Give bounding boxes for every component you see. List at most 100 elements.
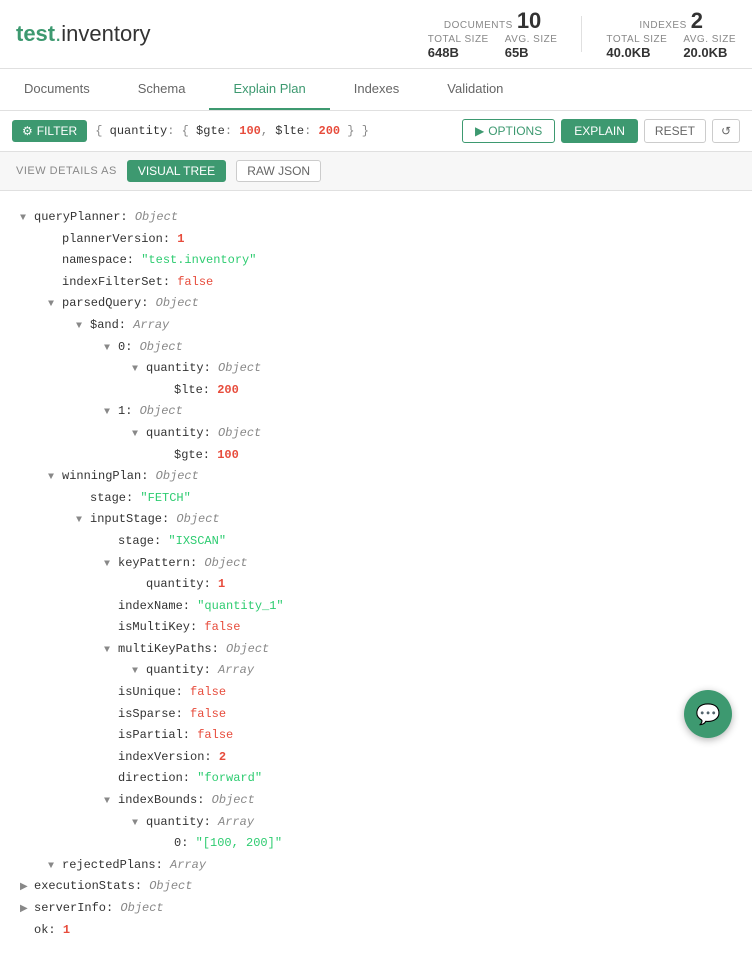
toggle-and-0[interactable] xyxy=(104,340,118,358)
tree-row-stage-ixscan: stage: "IXSCAN" xyxy=(20,531,732,553)
tree-row-lte-200: $lte: 200 xyxy=(20,380,732,402)
toggle-quantity-gte[interactable] xyxy=(132,426,146,444)
indexes-label: INDEXES xyxy=(639,20,686,31)
options-label: OPTIONS xyxy=(488,124,542,138)
tree-row-isunique: isUnique: false xyxy=(20,682,732,704)
tree-row-issparse: isSparse: false xyxy=(20,704,732,726)
tree-row-and: $and: Array xyxy=(20,315,732,337)
toggle-queryplanner[interactable] xyxy=(20,210,34,228)
view-toggle: VIEW DETAILS AS VISUAL TREE RAW JSON xyxy=(0,152,752,191)
documents-stat: DOCUMENTS 10 TOTAL SIZE 648B AVG. SIZE 6… xyxy=(428,8,558,60)
tab-explain-plan[interactable]: Explain Plan xyxy=(209,69,329,110)
reset-label: RESET xyxy=(655,124,695,138)
app-header: test.inventory DOCUMENTS 10 TOTAL SIZE 6… xyxy=(0,0,752,69)
tree-row-and-0: 0: Object xyxy=(20,337,732,359)
chevron-right-icon: ▶ xyxy=(475,124,484,138)
tree-row-keypattern: keyPattern: Object xyxy=(20,553,732,575)
toggle-multikeypaths[interactable] xyxy=(104,642,118,660)
indexes-avg-size-label: AVG. SIZE xyxy=(683,34,736,45)
toggle-winningplan[interactable] xyxy=(48,469,62,487)
tree-row-direction: direction: "forward" xyxy=(20,768,732,790)
filter-button[interactable]: ⚙ FILTER xyxy=(12,120,87,142)
tree-row-rejectedplans: rejectedPlans: Array xyxy=(20,855,732,877)
tree-row-indexfilterset: indexFilterSet: false xyxy=(20,272,732,294)
indexes-stat: INDEXES 2 TOTAL SIZE 40.0KB AVG. SIZE 20… xyxy=(606,8,736,60)
tree-row-ispartial: isPartial: false xyxy=(20,725,732,747)
documents-label: DOCUMENTS xyxy=(444,20,513,31)
chat-icon: 💬 xyxy=(696,702,721,727)
reset-button[interactable]: RESET xyxy=(644,119,706,143)
history-button[interactable]: ↺ xyxy=(712,119,740,143)
indexes-total-size-value: 40.0KB xyxy=(606,45,667,60)
tree-row-ok: ok: 1 xyxy=(20,920,732,942)
tree-row-winningplan: winningPlan: Object xyxy=(20,466,732,488)
history-icon: ↺ xyxy=(721,124,731,138)
documents-count: 10 xyxy=(517,8,541,34)
tree-row-quantity-gte: quantity: Object xyxy=(20,423,732,445)
tree-row-executionstats: executionStats: Object xyxy=(20,876,732,898)
tree-row-indexbounds-0: 0: "[100, 200]" xyxy=(20,833,732,855)
tree-row-indexname: indexName: "quantity_1" xyxy=(20,596,732,618)
header-stats: DOCUMENTS 10 TOTAL SIZE 648B AVG. SIZE 6… xyxy=(428,8,736,60)
avg-size-value: 65B xyxy=(505,45,558,60)
tree-row-quantity-array: quantity: Array xyxy=(20,660,732,682)
total-size-value: 648B xyxy=(428,45,489,60)
indexes-avg-size-value: 20.0KB xyxy=(683,45,736,60)
toggle-indexbounds[interactable] xyxy=(104,793,118,811)
indexes-total-size-label: TOTAL SIZE xyxy=(606,34,667,45)
tree-row-ismultikey: isMultiKey: false xyxy=(20,617,732,639)
toggle-inputstage[interactable] xyxy=(76,512,90,530)
toggle-parsedquery[interactable] xyxy=(48,296,62,314)
tree-row-quantity-lte: quantity: Object xyxy=(20,358,732,380)
chat-button[interactable]: 💬 xyxy=(684,690,732,738)
toggle-keypattern[interactable] xyxy=(104,556,118,574)
toggle-and-1[interactable] xyxy=(104,404,118,422)
filter-actions: ▶ OPTIONS EXPLAIN RESET ↺ xyxy=(462,119,740,143)
toggle-quantity-lte[interactable] xyxy=(132,361,146,379)
tree-row-namespace: namespace: "test.inventory" xyxy=(20,250,732,272)
filter-expression: { quantity: { $gte: 100, $lte: 200 } } xyxy=(95,124,454,138)
tree-row-and-1: 1: Object xyxy=(20,401,732,423)
title-rest: inventory xyxy=(61,21,150,46)
tree-row-stage-fetch: stage: "FETCH" xyxy=(20,488,732,510)
explain-button[interactable]: EXPLAIN xyxy=(561,119,638,143)
filter-label: FILTER xyxy=(37,124,77,138)
tree-row-inputstage: inputStage: Object xyxy=(20,509,732,531)
raw-json-label: RAW JSON xyxy=(247,164,310,178)
tab-schema[interactable]: Schema xyxy=(114,69,210,110)
header-divider xyxy=(581,16,582,52)
title-bold: test xyxy=(16,21,55,46)
tree-row-indexbounds: indexBounds: Object xyxy=(20,790,732,812)
toggle-serverinfo[interactable] xyxy=(20,901,34,919)
tab-validation[interactable]: Validation xyxy=(423,69,527,110)
tab-documents[interactable]: Documents xyxy=(0,69,114,110)
tree-row-quantity-1: quantity: 1 xyxy=(20,574,732,596)
tree-row-multikeypaths: multiKeyPaths: Object xyxy=(20,639,732,661)
toggle-rejectedplans[interactable] xyxy=(48,858,62,876)
toggle-and[interactable] xyxy=(76,318,90,336)
tree-row-plannerversion: plannerVersion: 1 xyxy=(20,229,732,251)
tree-row-indexbounds-quantity: quantity: Array xyxy=(20,812,732,834)
tree-row-serverinfo: serverInfo: Object xyxy=(20,898,732,920)
filter-icon: ⚙ xyxy=(22,124,33,138)
nav-tabs: Documents Schema Explain Plan Indexes Va… xyxy=(0,69,752,111)
total-size-label: TOTAL SIZE xyxy=(428,34,489,45)
indexes-count: 2 xyxy=(691,8,703,34)
app-title: test.inventory xyxy=(16,21,151,47)
explain-label: EXPLAIN xyxy=(574,124,625,138)
raw-json-button[interactable]: RAW JSON xyxy=(236,160,321,182)
avg-size-label: AVG. SIZE xyxy=(505,34,558,45)
visual-tree-button[interactable]: VISUAL TREE xyxy=(127,160,226,182)
filter-bar: ⚙ FILTER { quantity: { $gte: 100, $lte: … xyxy=(0,111,752,152)
toggle-executionstats[interactable] xyxy=(20,879,34,897)
toggle-quantity-array[interactable] xyxy=(132,663,146,681)
tree-container: queryPlanner: Object plannerVersion: 1 n… xyxy=(0,191,752,957)
tree-row-queryplanner: queryPlanner: Object xyxy=(20,207,732,229)
options-button[interactable]: ▶ OPTIONS xyxy=(462,119,555,143)
visual-tree-label: VISUAL TREE xyxy=(138,164,215,178)
tree-row-parsedquery: parsedQuery: Object xyxy=(20,293,732,315)
toggle-indexbounds-quantity[interactable] xyxy=(132,815,146,833)
view-toggle-label: VIEW DETAILS AS xyxy=(16,165,117,177)
tree-row-gte-100: $gte: 100 xyxy=(20,445,732,467)
tab-indexes[interactable]: Indexes xyxy=(330,69,424,110)
